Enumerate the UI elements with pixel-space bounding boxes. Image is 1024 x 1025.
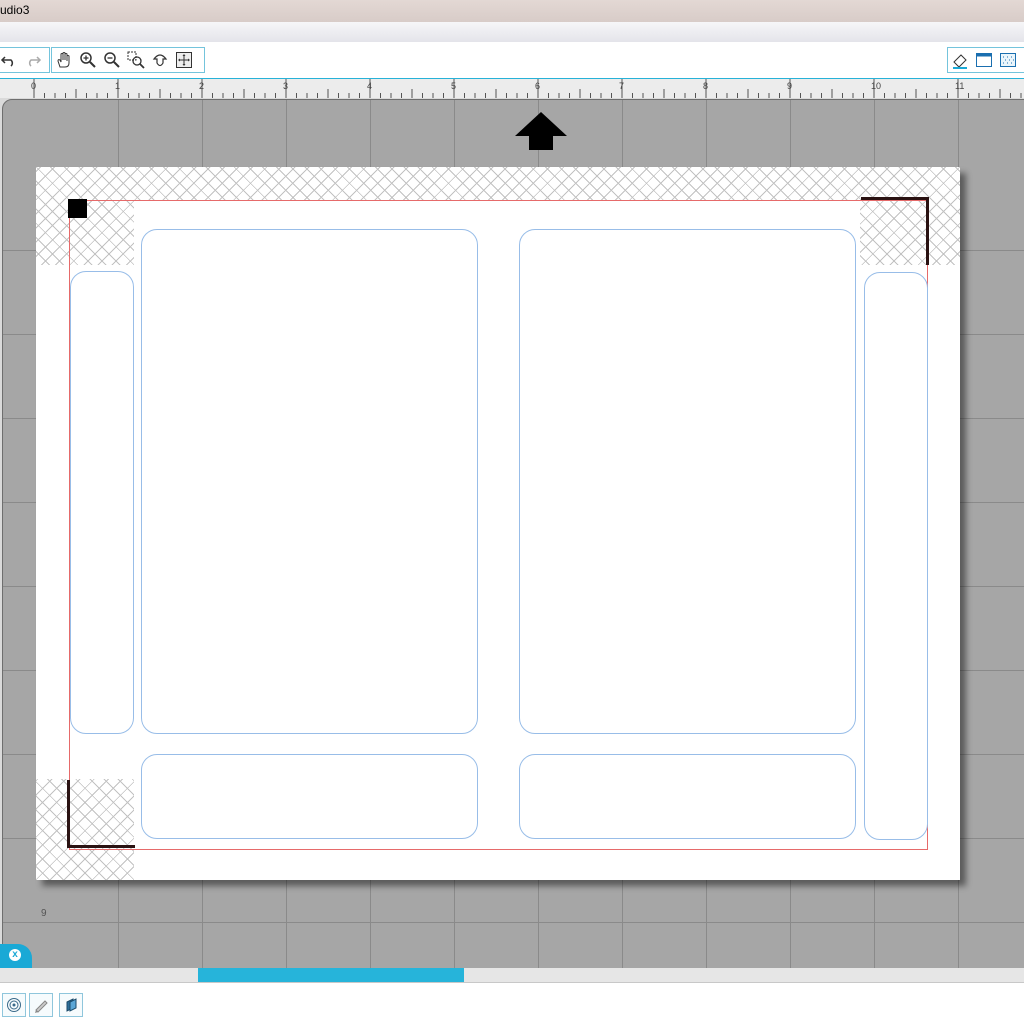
fit-to-page-icon[interactable] xyxy=(172,49,196,71)
registration-mark-square xyxy=(68,199,87,218)
ruler-label: 8 xyxy=(703,81,708,91)
eraser-icon[interactable] xyxy=(948,49,972,71)
history-group xyxy=(0,47,50,73)
card-right-panel[interactable] xyxy=(519,229,856,734)
zoom-in-icon[interactable] xyxy=(76,49,100,71)
mat-gridline xyxy=(3,922,1024,923)
scrollbar-thumb[interactable] xyxy=(198,968,464,982)
paper-sheet xyxy=(36,167,960,880)
zoom-out-icon[interactable] xyxy=(100,49,124,71)
card-bottom-right[interactable] xyxy=(519,754,856,839)
workspace[interactable]: 9 xyxy=(0,98,1024,1001)
hand-pan-icon[interactable] xyxy=(52,49,76,71)
ruler-label: 1 xyxy=(115,81,120,91)
ruler-label: 0 xyxy=(31,81,36,91)
mat-row-number: 9 xyxy=(41,908,47,919)
grid-pattern-icon[interactable] xyxy=(996,49,1020,71)
registration-icon[interactable] xyxy=(2,993,26,1017)
card-bottom-left[interactable] xyxy=(141,754,478,839)
card-left-panel[interactable] xyxy=(141,229,478,734)
ruler-label: 11 xyxy=(955,81,964,91)
ruler-label: 9 xyxy=(787,81,792,91)
view-group xyxy=(51,47,205,73)
window-title: udio3 xyxy=(0,3,30,17)
ruler-label: 2 xyxy=(199,81,204,91)
ruler-label: 6 xyxy=(535,81,540,91)
horizontal-scrollbar[interactable] xyxy=(0,968,1024,982)
page-view-icon[interactable] xyxy=(972,49,996,71)
ruler-label: 10 xyxy=(871,81,881,91)
redo-icon[interactable] xyxy=(21,49,45,71)
menu-strip xyxy=(0,22,1024,43)
page-tab[interactable]: x xyxy=(0,944,32,968)
toolbar xyxy=(0,42,1024,79)
ruler-label: 4 xyxy=(367,81,372,91)
close-tab-icon[interactable]: x xyxy=(9,949,21,961)
layers-icon[interactable] xyxy=(59,993,83,1017)
ruler-label: 3 xyxy=(283,81,288,91)
card-left-strip[interactable] xyxy=(70,271,134,734)
drag-zoom-icon[interactable] xyxy=(148,49,172,71)
card-right-strip[interactable] xyxy=(864,272,928,840)
pen-icon[interactable] xyxy=(29,993,53,1017)
horizontal-ruler: 0 1 2 3 4 5 6 7 8 9 10 11 xyxy=(0,79,1024,99)
ruler-label: 7 xyxy=(619,81,624,91)
display-group xyxy=(947,47,1024,73)
feed-direction-arrow-icon xyxy=(515,112,567,150)
title-bar: udio3 xyxy=(0,0,1024,22)
ruler-ticks: 0 1 2 3 4 5 6 7 8 9 10 11 xyxy=(31,79,1022,98)
cutting-mat: 9 xyxy=(2,99,1024,1001)
registration-mark-corner-top-right xyxy=(861,197,929,265)
zoom-box-icon[interactable] xyxy=(124,49,148,71)
ruler-label: 5 xyxy=(451,81,456,91)
undo-icon[interactable] xyxy=(0,49,21,71)
bottom-toolbar xyxy=(0,982,1024,1025)
registration-mark-corner-bottom-left xyxy=(67,780,135,848)
